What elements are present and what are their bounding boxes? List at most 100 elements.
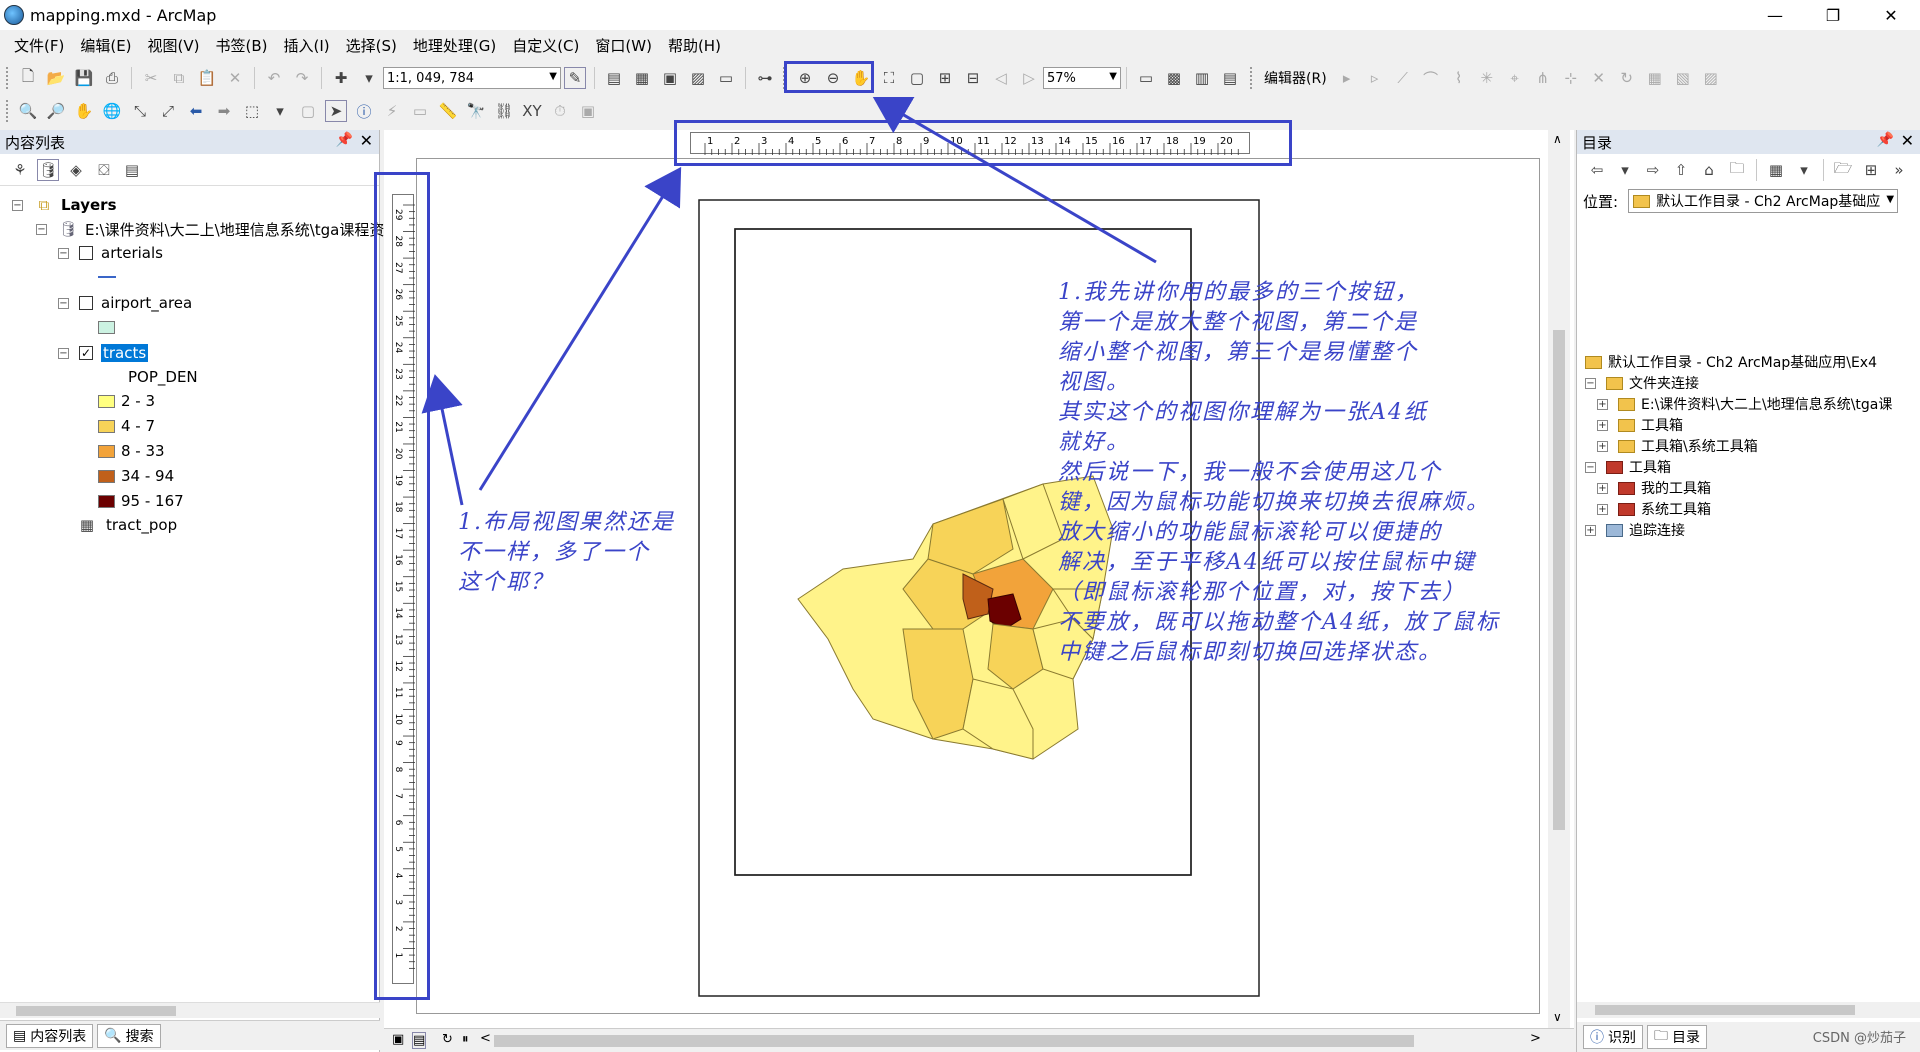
close-button[interactable]: ✕ bbox=[1862, 0, 1920, 30]
editor-toolbar-icon[interactable]: ✎ bbox=[564, 67, 586, 89]
identify-icon[interactable]: ⓘ bbox=[353, 100, 375, 122]
close-icon[interactable]: ✕ bbox=[1901, 131, 1914, 150]
clear-selection-icon[interactable]: ▢ bbox=[297, 100, 319, 122]
find-icon[interactable]: 🔭 bbox=[465, 100, 487, 122]
menu-bookmarks[interactable]: 书签(B) bbox=[208, 33, 276, 59]
forward-extent-icon[interactable]: ➡ bbox=[213, 100, 235, 122]
add-data-icon[interactable]: ✚ bbox=[330, 67, 352, 89]
layout-horizontal-scroll-thumb[interactable] bbox=[494, 1035, 1414, 1047]
zoom-100-percent-icon[interactable]: ▢ bbox=[906, 67, 928, 89]
list-by-drawing-order-icon[interactable]: ⚘ bbox=[9, 159, 31, 181]
pin-icon[interactable]: 📌 bbox=[1877, 132, 1894, 148]
fixed-zoom-in-icon[interactable]: ⊞ bbox=[934, 67, 956, 89]
paste-icon[interactable]: 📋 bbox=[196, 67, 218, 89]
change-layout-icon[interactable]: ▥ bbox=[1191, 67, 1213, 89]
pin-icon[interactable]: 📌 bbox=[336, 132, 353, 148]
select-elements-icon[interactable]: ➤ bbox=[325, 100, 347, 122]
print-icon[interactable]: ⎙ bbox=[101, 67, 123, 89]
layout-vertical-scrollbar[interactable]: ∧ ∨ bbox=[1548, 130, 1570, 1030]
collapse-icon[interactable]: − bbox=[1585, 461, 1596, 473]
back-icon[interactable]: ⇦ bbox=[1586, 159, 1608, 181]
legend-class[interactable]: 2 - 3 bbox=[98, 390, 155, 412]
hyperlink-icon[interactable]: ⚡ bbox=[381, 100, 403, 122]
fixed-zoom-out-icon[interactable]: ⤢ bbox=[157, 100, 179, 122]
catalog-item[interactable]: + 工具箱\系统工具箱 bbox=[1597, 436, 1758, 456]
home-icon[interactable]: ⌂ bbox=[1698, 159, 1720, 181]
class-swatch[interactable] bbox=[98, 469, 115, 483]
open-icon[interactable]: 📂 bbox=[45, 67, 67, 89]
delete-icon[interactable]: ✕ bbox=[224, 67, 246, 89]
list-by-visibility-icon[interactable]: ◈ bbox=[65, 159, 87, 181]
scroll-up-icon[interactable]: ∧ bbox=[1553, 132, 1562, 146]
save-icon[interactable]: 💾 bbox=[73, 67, 95, 89]
zoom-whole-page-icon[interactable]: ⛶ bbox=[878, 67, 900, 89]
layer-name[interactable]: arterials bbox=[101, 244, 163, 262]
up-level-icon[interactable]: ⇧ bbox=[1670, 159, 1692, 181]
menu-file[interactable]: 文件(F) bbox=[6, 33, 72, 59]
expand-icon[interactable]: + bbox=[1597, 440, 1608, 452]
collapse-icon[interactable]: − bbox=[58, 297, 69, 309]
python-window-icon[interactable]: ▭ bbox=[715, 67, 737, 89]
full-extent-icon[interactable]: 🌐 bbox=[101, 100, 123, 122]
airport-area-symbol[interactable] bbox=[98, 316, 121, 338]
reshape-icon[interactable]: ⋔ bbox=[1532, 67, 1554, 89]
rotate-icon[interactable]: ↻ bbox=[1616, 67, 1638, 89]
split-icon[interactable]: ✕ bbox=[1588, 67, 1610, 89]
tab-identify[interactable]: ⓘ 识别 bbox=[1583, 1025, 1643, 1049]
toolbar-grip[interactable] bbox=[6, 67, 10, 89]
class-swatch[interactable] bbox=[98, 444, 115, 458]
view-options-icon[interactable]: ▦ bbox=[1765, 159, 1787, 181]
toc-horizontal-scrollbar[interactable] bbox=[0, 1002, 380, 1018]
scroll-left-icon[interactable]: < bbox=[480, 1031, 491, 1046]
view-dropdown-icon[interactable]: ▾ bbox=[1793, 159, 1815, 181]
collapse-icon[interactable]: − bbox=[12, 199, 23, 211]
pan-icon[interactable]: ✋ bbox=[73, 100, 95, 122]
data-view-toggle-icon[interactable]: ▣ bbox=[392, 1032, 404, 1047]
undo-icon[interactable]: ↶ bbox=[263, 67, 285, 89]
data-driven-pages-icon[interactable]: ▤ bbox=[1219, 67, 1241, 89]
layout-zoom-combo[interactable]: 57% ▼ bbox=[1043, 67, 1121, 89]
class-swatch[interactable] bbox=[98, 494, 115, 508]
scroll-right-icon[interactable]: > bbox=[1530, 1031, 1541, 1046]
class-swatch[interactable] bbox=[98, 419, 115, 433]
line-symbol-icon[interactable] bbox=[98, 276, 116, 278]
zoom-out-icon[interactable]: 🔎 bbox=[45, 100, 67, 122]
select-features-icon[interactable]: ⬚ bbox=[241, 100, 263, 122]
menu-insert[interactable]: 插入(I) bbox=[276, 33, 338, 59]
edit-tool-icon[interactable]: ▸ bbox=[1336, 67, 1358, 89]
legend-class[interactable]: 95 - 167 bbox=[98, 490, 184, 512]
datasource-row[interactable]: − 🛢 E:\课件资料\大二上\地理信息系统\tga课程资 bbox=[36, 218, 384, 240]
layer-row-arterials[interactable]: − arterials bbox=[58, 242, 163, 264]
forward-icon[interactable]: ⇨ bbox=[1642, 159, 1664, 181]
measure-icon[interactable]: 📏 bbox=[437, 100, 459, 122]
tab-catalog[interactable]: 🗀 目录 bbox=[1647, 1025, 1707, 1049]
catalog-item[interactable]: 默认工作目录 - Ch2 ArcMap基础应用\Ex4 bbox=[1585, 352, 1877, 372]
refresh-icon[interactable]: ↻ bbox=[442, 1032, 453, 1047]
catalog-window-icon[interactable]: ▦ bbox=[631, 67, 653, 89]
catalog-item[interactable]: + 我的工具箱 bbox=[1597, 478, 1711, 498]
fixed-zoom-out-icon[interactable]: ⊟ bbox=[962, 67, 984, 89]
sketch-properties-icon[interactable]: ▧ bbox=[1672, 67, 1694, 89]
layout-view-toggle-icon[interactable]: ▤ bbox=[412, 1032, 427, 1049]
list-by-source-icon[interactable]: 🛢 bbox=[37, 158, 59, 181]
standalone-table-row[interactable]: ▦ tract_pop bbox=[76, 514, 177, 536]
fixed-zoom-in-icon[interactable]: ⤡ bbox=[129, 100, 151, 122]
legend-class[interactable]: 8 - 33 bbox=[98, 440, 165, 462]
expand-icon[interactable]: + bbox=[1585, 524, 1596, 536]
layer-name[interactable]: airport_area bbox=[101, 294, 192, 312]
more-icon[interactable]: » bbox=[1888, 159, 1910, 181]
zoom-in-icon[interactable]: 🔍 bbox=[17, 100, 39, 122]
time-slider-icon[interactable]: ⏱ bbox=[549, 100, 571, 122]
catalog-item[interactable]: + 系统工具箱 bbox=[1597, 499, 1711, 519]
new-document-icon[interactable]: 🗋 bbox=[17, 67, 39, 89]
arctoolbox-icon[interactable]: ▨ bbox=[687, 67, 709, 89]
class-swatch[interactable] bbox=[98, 394, 115, 408]
next-extent-icon[interactable]: ▷ bbox=[1018, 67, 1040, 89]
create-viewer-icon[interactable]: ▣ bbox=[577, 100, 599, 122]
search-window-icon[interactable]: ▣ bbox=[659, 67, 681, 89]
collapse-icon[interactable]: − bbox=[1585, 377, 1596, 389]
focus-data-frame-icon[interactable]: ▩ bbox=[1163, 67, 1185, 89]
cut-icon[interactable]: ✂ bbox=[140, 67, 162, 89]
menu-customize[interactable]: 自定义(C) bbox=[504, 33, 587, 59]
menu-geoprocessing[interactable]: 地理处理(G) bbox=[405, 33, 504, 59]
